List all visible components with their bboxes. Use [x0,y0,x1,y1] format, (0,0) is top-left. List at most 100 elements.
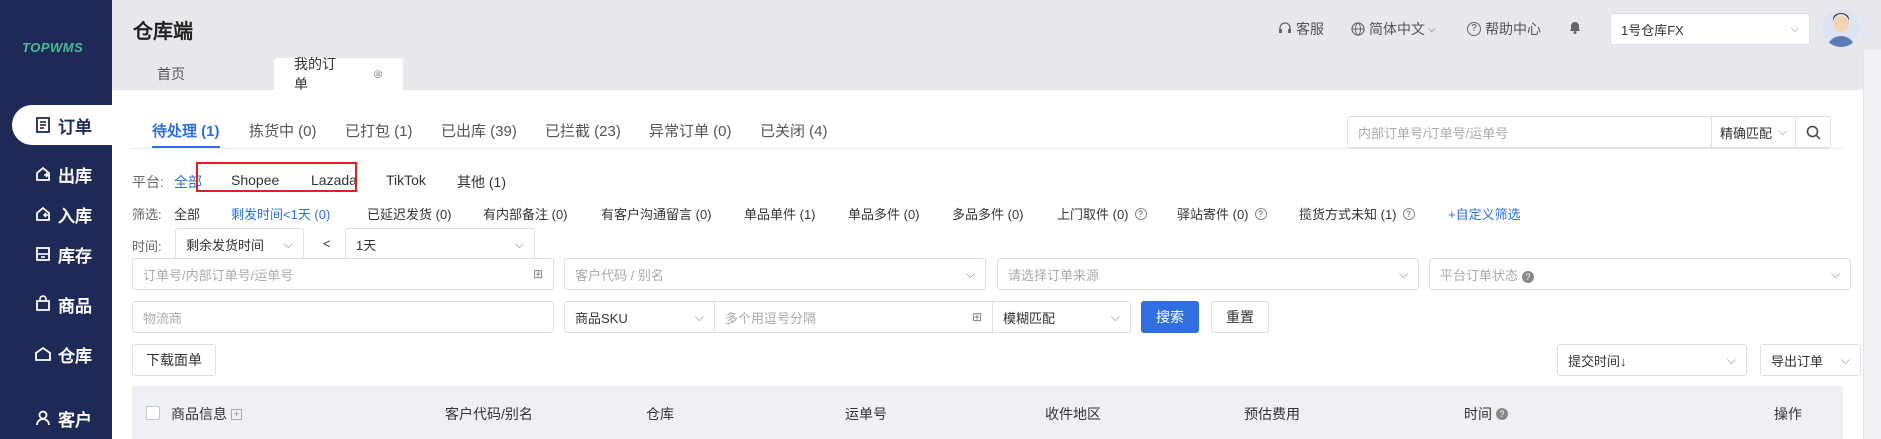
help-center-link[interactable]: ? 帮助中心 [1467,19,1541,39]
sidebar-item-label: 客户 [58,410,92,430]
expand-icon[interactable]: + [231,408,242,420]
sidebar-item-label: 库存 [58,246,92,266]
table-header: 商品信息 + 客户代码/别名 仓库 运单号 收件地区 预估费用 时间? 操作 [132,386,1843,439]
avatar[interactable] [1822,9,1860,47]
sidebar-item-goods[interactable]: 商品 [0,284,112,324]
filter-pickup[interactable]: 上门取件 (0)? [1057,204,1147,223]
platform-status-wrap: 平台订单状态? [1440,265,1535,284]
chevron-down-icon: ⌵ [283,236,293,251]
order-number-input[interactable]: 订单号/内部订单号/运单号 ⊞ [132,258,554,290]
sidebar-item-inventory[interactable]: 库存 [0,234,112,274]
chevron-down-icon: ⌵ [1830,266,1840,281]
globe-icon [1351,22,1365,36]
search-submit-button[interactable]: 搜索 [1141,301,1199,333]
search-button[interactable] [1796,117,1830,147]
chevron-down-icon: ⌵ [694,309,704,324]
time-label: 时间: [132,239,162,254]
sidebar-item-inbound[interactable]: 入库 [0,194,112,234]
customer-placeholder: 客户代码 / 别名 [575,267,664,283]
select-all-checkbox[interactable] [146,406,160,420]
top-header: 仓库端 客服 简体中文 ⌵ ? 帮助中心 1号仓库FX ⌵ [112,0,1881,50]
sort-value: 提交时间↓ [1568,353,1627,369]
sidebar-item-label: 入库 [58,206,92,226]
col-customer-code: 客户代码/别名 [445,406,533,422]
notification-bell[interactable] [1567,19,1587,35]
filter-delayed[interactable]: 已延迟发货 (0) [367,204,452,223]
sidebar-item-customer[interactable]: 客户 [0,398,112,438]
source-placeholder: 请选择订单来源 [1008,267,1100,283]
filter-all[interactable]: 全部 [174,204,200,223]
export-label: 导出订单 [1771,353,1824,369]
tab-my-orders[interactable]: 我的订单 ⊗ [274,56,403,92]
warehouse-icon [35,346,51,361]
match-mode-value: 精确匹配 [1720,125,1773,141]
language-switch[interactable]: 简体中文 ⌵ [1351,19,1436,39]
col-product-info: 商品信息 + [171,404,242,424]
export-orders-button[interactable]: 导出订单 ⌵ [1760,344,1861,376]
sidebar-item-warehouse[interactable]: 仓库 [0,334,112,374]
time-field-select[interactable]: 剩余发货时间 ⌵ [175,228,304,260]
divider [132,148,1843,149]
sku-type-select[interactable]: 商品SKU ⌵ [564,301,715,333]
platform-tiktok[interactable]: TikTok [386,172,426,188]
logistics-placeholder: 物流商 [143,310,183,326]
tab-home[interactable]: 首页 [137,58,205,90]
customer-select[interactable]: 客户代码 / 别名 ⌵ [564,258,986,290]
close-icon[interactable]: ⊗ [373,67,383,81]
scrollbar[interactable] [1863,50,1881,439]
reset-button[interactable]: 重置 [1211,301,1269,333]
tab-shipped[interactable]: 已出库 (39) [441,120,517,141]
filter-internal-note[interactable]: 有内部备注 (0) [483,204,568,223]
inbound-icon [36,206,50,221]
sidebar-item-label: 仓库 [58,346,92,366]
sidebar-item-outbound[interactable]: 出库 [0,154,112,194]
tab-packed[interactable]: 已打包 (1) [345,120,413,141]
col-actions: 操作 [1774,406,1802,422]
customer-icon [36,410,50,426]
tab-intercepted[interactable]: 已拦截 (23) [545,120,621,141]
sidebar-item-orders[interactable]: 订单 [12,105,116,145]
filter-single-item[interactable]: 单品单件 (1) [744,204,816,223]
user-avatar-icon [1828,13,1854,47]
search-input[interactable]: 内部订单号/订单号/运单号 [1348,117,1712,147]
filter-multi-multi[interactable]: 多品多件 (0) [952,204,1024,223]
sku-input[interactable]: 多个用逗号分隔 ⊞ [714,301,993,333]
tab-closed[interactable]: 已关闭 (4) [760,120,828,141]
chevron-down-icon: ⌵ [514,236,524,251]
sku-type-value: 商品SKU [575,310,628,326]
filter-station[interactable]: 驿站寄件 (0)? [1177,204,1267,223]
download-label-button[interactable]: 下载面单 [132,344,216,376]
chevron-down-icon: ⌵ [1778,125,1787,138]
sku-placeholder: 多个用逗号分隔 [725,310,817,326]
time-value-select[interactable]: 1天 ⌵ [345,228,535,260]
sidebar-item-label: 出库 [58,166,92,186]
help-label: 帮助中心 [1485,21,1541,37]
tab-label: 我的订单 [294,56,336,92]
sort-select[interactable]: 提交时间↓ ⌵ [1557,344,1747,376]
filter-customer-message[interactable]: 有客户沟通留言 (0) [601,204,712,223]
order-icon [36,117,50,133]
custom-filter-link[interactable]: +自定义筛选 [1448,204,1521,223]
bell-icon [1570,22,1580,34]
filter-station-label: 驿站寄件 (0) [1177,207,1249,222]
search-icon [1806,125,1821,140]
col-tracking-number: 运单号 [845,406,887,422]
fuzzy-match-select[interactable]: 模糊匹配 ⌵ [992,301,1131,333]
platform-other[interactable]: 其他 (1) [457,172,506,192]
tab-pending[interactable]: 待处理 (1) [152,120,220,141]
platform-status-select[interactable]: 平台订单状态? ⌵ [1429,258,1851,290]
filter-single-multi[interactable]: 单品多件 (0) [848,204,920,223]
filter-ship-under-1day[interactable]: 剩发时间<1天 (0) [231,204,330,223]
match-mode-select[interactable]: 精确匹配 ⌵ [1712,117,1796,147]
warehouse-select[interactable]: 1号仓库FX ⌵ [1610,13,1810,45]
time-field-value: 剩余发货时间 [186,237,265,253]
order-source-select[interactable]: 请选择订单来源 ⌵ [997,258,1419,290]
help-icon: ? [1134,207,1147,220]
logistics-input[interactable]: 物流商 [132,301,554,333]
filter-unknown-pickup[interactable]: 揽货方式未知 (1)? [1299,204,1415,223]
sidebar: TOPWMS 订单 出库 入库 库存 商品 仓库 客户 [0,0,116,439]
help-icon: ? [1402,207,1415,220]
customer-service-link[interactable]: 客服 [1278,19,1324,39]
tab-picking[interactable]: 拣货中 (0) [249,120,317,141]
tab-abnormal[interactable]: 异常订单 (0) [649,120,732,141]
